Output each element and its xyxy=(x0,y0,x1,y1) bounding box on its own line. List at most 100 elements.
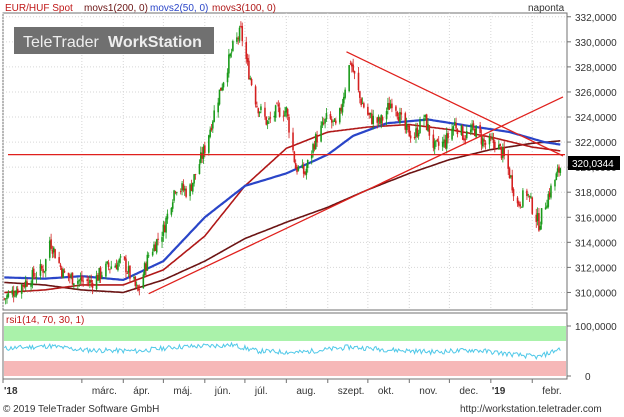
candle-body xyxy=(464,138,467,140)
candle-body xyxy=(348,65,350,92)
candle-body xyxy=(381,116,384,121)
candle-body xyxy=(110,266,113,269)
time-tick-label: júl. xyxy=(254,386,268,397)
candle-body xyxy=(297,166,300,171)
candle-body xyxy=(559,168,562,173)
time-tick-label: febr. xyxy=(542,386,561,397)
candle-body xyxy=(147,255,150,257)
candle-body xyxy=(452,126,455,131)
candle-body xyxy=(334,120,337,124)
candle-body xyxy=(540,208,543,225)
candle-body xyxy=(221,87,223,91)
footer-copyright: © 2019 TeleTrader Software GmbH xyxy=(3,404,159,415)
candle-body xyxy=(433,141,436,150)
last-price-label: 320,0344 xyxy=(568,156,620,170)
candle-body xyxy=(455,123,457,129)
candle-body xyxy=(395,106,397,111)
candle-body xyxy=(107,262,110,268)
candle-body xyxy=(228,54,230,74)
candle-body xyxy=(171,202,174,209)
rsi-oversold-zone xyxy=(4,361,566,376)
candle-body xyxy=(191,182,194,192)
candle-body xyxy=(193,174,195,184)
candle-body xyxy=(50,239,52,249)
candle-body xyxy=(306,160,309,169)
candle-body xyxy=(230,52,233,54)
candle-body xyxy=(232,41,234,51)
candle-body xyxy=(436,139,439,141)
candle-body xyxy=(125,258,127,273)
candle-body xyxy=(250,79,253,86)
candle-body xyxy=(539,225,542,230)
candle-body xyxy=(14,296,16,297)
price-tick-label: 332,0000 xyxy=(575,13,617,24)
candle-body xyxy=(359,91,361,98)
candle-body xyxy=(226,72,229,83)
candle-body xyxy=(134,276,137,286)
time-tick-label: aug. xyxy=(296,386,315,397)
time-tick-label: okt. xyxy=(378,386,394,397)
candle-body xyxy=(428,125,431,136)
candle-body xyxy=(213,110,215,122)
candle-body xyxy=(62,269,64,279)
candle-body xyxy=(198,164,201,175)
candle-body xyxy=(142,274,145,289)
candle-body xyxy=(229,53,232,57)
candle-body xyxy=(276,103,278,105)
candle-body xyxy=(58,257,60,263)
candle-body xyxy=(119,256,122,258)
candle-body xyxy=(258,111,261,114)
candle-body xyxy=(248,60,250,80)
rsi-tick-label: 0 xyxy=(585,372,591,383)
candle-body xyxy=(59,264,62,267)
candle-body xyxy=(372,115,375,125)
candle-body xyxy=(499,143,501,146)
candle-body xyxy=(456,129,459,135)
candle-body xyxy=(344,89,346,98)
candle-body xyxy=(325,113,328,120)
candle-body xyxy=(78,279,80,282)
candle-body xyxy=(324,118,326,124)
candle-body xyxy=(118,259,121,263)
candle-body xyxy=(511,175,514,191)
candle-body xyxy=(329,114,332,119)
candle-body xyxy=(90,280,93,283)
candle-body xyxy=(254,86,257,105)
candle-body xyxy=(396,111,399,117)
candle-body xyxy=(42,269,44,273)
candle-body xyxy=(527,194,530,196)
time-tick-label: máj. xyxy=(173,386,192,397)
price-tick-label: 328,0000 xyxy=(575,63,617,74)
time-tick-label: '18 xyxy=(4,386,18,397)
candle-body xyxy=(286,109,289,117)
candle-body xyxy=(35,277,38,278)
last-price-text: 320,0344 xyxy=(572,159,614,170)
candle-body xyxy=(129,265,131,279)
candle-body xyxy=(170,207,173,215)
candle-body xyxy=(437,141,440,146)
watermark-product: WorkStation xyxy=(108,34,202,51)
candle-body xyxy=(520,206,523,208)
candle-body xyxy=(245,41,248,59)
price-chart: TeleTrader WorkStation EUR/HUF Spot movs… xyxy=(0,0,624,417)
candle-body xyxy=(292,132,294,151)
candle-body xyxy=(54,249,56,259)
candle-body xyxy=(472,123,475,128)
candle-body xyxy=(423,118,425,122)
candle-body xyxy=(475,125,477,138)
header-symbol: EUR/HUF Spot xyxy=(5,3,73,14)
header-period: naponta xyxy=(528,3,565,14)
rsi-label: rsi1(14, 70, 30, 1) xyxy=(6,315,84,326)
candle-body xyxy=(165,218,167,233)
time-tick-label: ápr. xyxy=(133,386,150,397)
candle-body xyxy=(73,283,75,286)
price-tick-label: 314,0000 xyxy=(575,238,617,249)
candle-body xyxy=(71,272,74,285)
candle-body xyxy=(343,96,345,104)
candle-body xyxy=(483,139,485,142)
candle-body xyxy=(77,281,79,284)
candle-body xyxy=(241,26,244,42)
candle-body xyxy=(7,293,10,297)
candle-body xyxy=(288,116,290,133)
candle-body xyxy=(417,133,420,137)
